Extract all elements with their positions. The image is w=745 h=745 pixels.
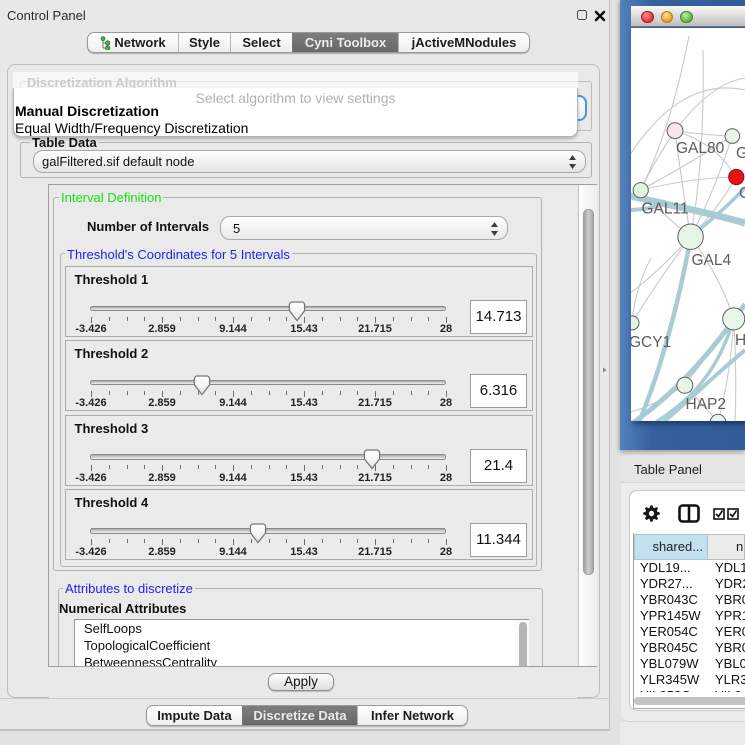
svg-text:GAL80: GAL80 <box>676 140 725 157</box>
svg-text:GCY1: GCY1 <box>631 334 671 351</box>
svg-text:HAP2: HAP2 <box>686 396 727 413</box>
svg-text:GAL11: GAL11 <box>642 201 689 218</box>
svg-text:GA: GA <box>736 145 745 162</box>
svg-text:C: C <box>739 185 745 202</box>
svg-text:GAL4: GAL4 <box>692 252 732 269</box>
svg-text:H: H <box>735 332 745 349</box>
